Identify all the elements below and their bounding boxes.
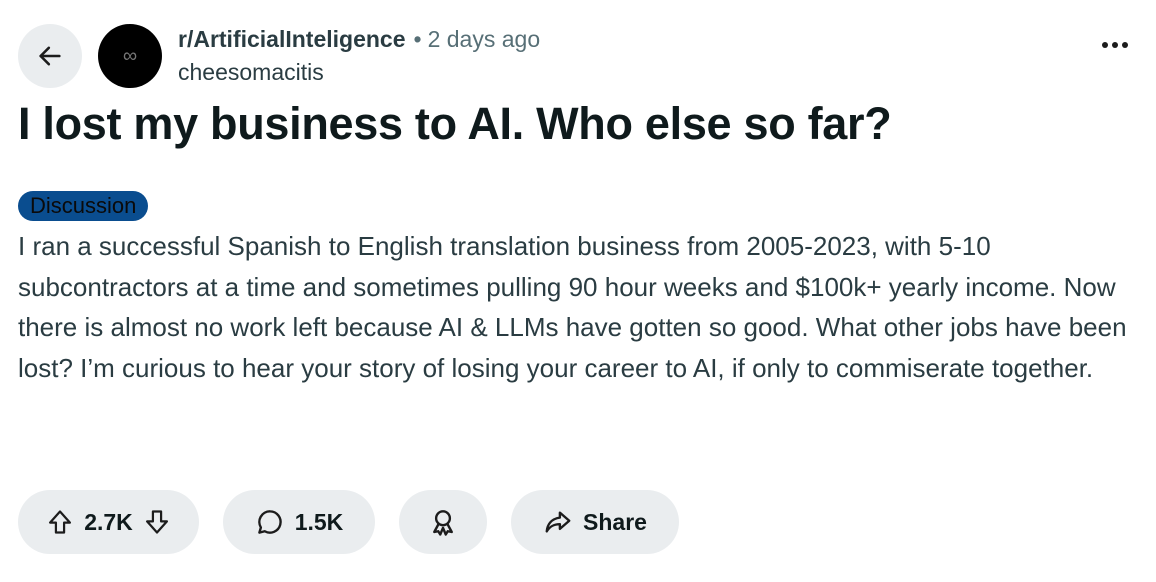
share-arrow-icon [543,507,573,537]
flair-badge[interactable]: Discussion [18,191,149,221]
subreddit-avatar[interactable]: ∞ [98,24,162,88]
share-button[interactable]: Share [511,490,679,554]
post-time: 2 days ago [427,26,541,52]
downvote-arrow-icon[interactable] [143,508,171,536]
comment-count: 1.5K [294,508,344,535]
award-icon [428,507,458,537]
post-meta: r/ArtificialInteligence • 2 days ago che… [178,26,540,86]
upvote-arrow-icon[interactable] [46,508,74,536]
subreddit-link[interactable]: r/ArtificialInteligence [178,26,406,53]
post-body: I ran a successful Spanish to English tr… [18,231,1127,383]
share-label: Share [583,508,647,535]
infinity-icon: ∞ [122,44,138,67]
vote-bar: 2.7K [18,490,199,554]
post-actions: 2.7K 1.5K Share [18,490,679,554]
meta-separator: • [413,26,422,52]
arrow-left-icon [36,42,64,70]
comment-bubble-icon [255,507,285,537]
vote-count: 2.7K [84,508,133,535]
post-title: I lost my business to AI. Who else so fa… [18,98,892,149]
more-options-button[interactable] [1102,42,1128,48]
award-button[interactable] [399,490,487,554]
back-button[interactable] [18,24,82,88]
author-link[interactable]: cheesomacitis [178,59,540,86]
comments-button[interactable]: 1.5K [223,490,375,554]
